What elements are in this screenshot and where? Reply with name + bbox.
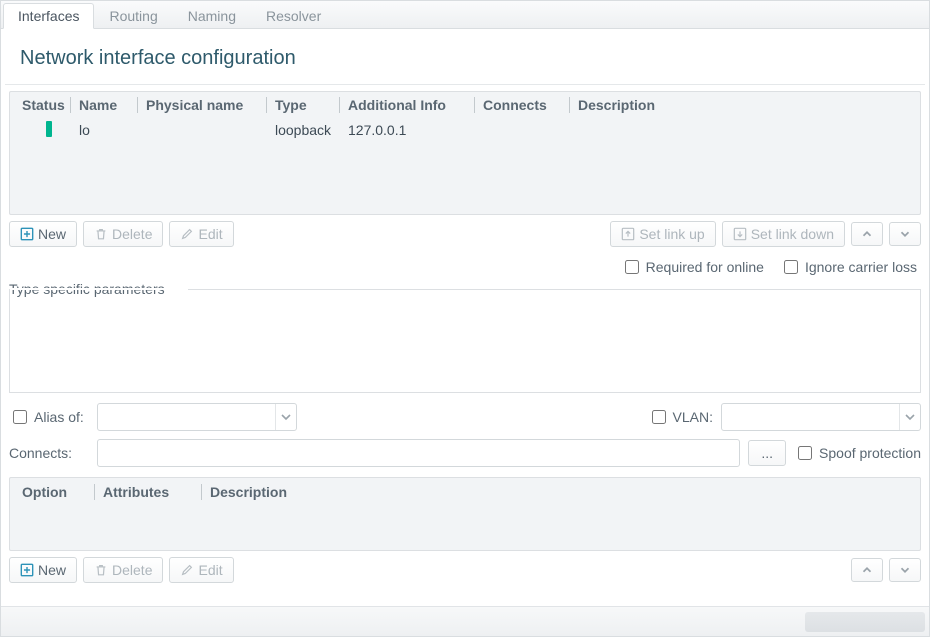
alias-vlan-row: Alias of: VLAN:	[1, 399, 929, 435]
chevron-up-icon	[860, 563, 874, 577]
ignore-carrier-loss-input[interactable]	[784, 260, 798, 274]
status-up-icon	[46, 121, 52, 137]
interface-grid: Status Name Physical name Type Additiona…	[9, 91, 921, 215]
col-description[interactable]: Description	[570, 97, 916, 113]
move-down-button[interactable]	[889, 222, 921, 246]
caret-down-icon	[905, 412, 915, 422]
sub-new-label: New	[38, 562, 66, 578]
status-bar	[1, 606, 929, 636]
col-name[interactable]: Name	[71, 97, 137, 113]
arrow-up-box-icon	[621, 227, 635, 241]
pencil-icon	[180, 227, 194, 241]
vlan-field[interactable]	[722, 404, 899, 430]
alias-of-label: Alias of:	[34, 409, 84, 425]
required-for-online-check[interactable]: Required for online	[621, 257, 764, 277]
ignore-carrier-loss-label: Ignore carrier loss	[805, 259, 917, 275]
connects-browse-button[interactable]: ...	[748, 440, 786, 466]
grid-toolbar: New Delete Edit Set link up Set link dow…	[1, 215, 929, 253]
pencil-icon	[180, 563, 194, 577]
plus-icon	[20, 563, 34, 577]
col-connects[interactable]: Connects	[475, 97, 569, 113]
col-additional-info[interactable]: Additional Info	[340, 97, 474, 113]
cell-name: lo	[71, 122, 137, 138]
vlan-dropdown-button[interactable]	[899, 404, 920, 430]
col-status[interactable]: Status	[14, 97, 70, 113]
arrow-down-box-icon	[733, 227, 747, 241]
sub-edit-button[interactable]: Edit	[169, 557, 233, 583]
trash-icon	[94, 227, 108, 241]
vlan-check[interactable]: VLAN:	[648, 407, 713, 427]
required-for-online-label: Required for online	[646, 259, 764, 275]
alias-of-check[interactable]: Alias of:	[9, 407, 89, 427]
set-link-up-label: Set link up	[639, 226, 704, 242]
subcol-option[interactable]: Option	[14, 484, 94, 500]
new-button-label: New	[38, 226, 66, 242]
chevron-down-icon	[898, 563, 912, 577]
tab-interfaces[interactable]: Interfaces	[3, 3, 94, 29]
chevron-down-icon	[898, 227, 912, 241]
tab-naming[interactable]: Naming	[173, 3, 251, 28]
sub-delete-label: Delete	[112, 562, 152, 578]
ignore-carrier-loss-check[interactable]: Ignore carrier loss	[780, 257, 917, 277]
subcol-attributes[interactable]: Attributes	[95, 484, 201, 500]
tab-routing[interactable]: Routing	[94, 3, 172, 28]
cell-status	[14, 121, 70, 140]
connects-browse-label: ...	[761, 445, 773, 461]
subgrid-toolbar: New Delete Edit	[1, 551, 929, 589]
cell-addl: 127.0.0.1	[340, 122, 474, 138]
sub-edit-label: Edit	[198, 562, 222, 578]
page-title: Network interface configuration	[5, 29, 925, 85]
grid-header: Status Name Physical name Type Additiona…	[10, 92, 920, 118]
set-link-down-button[interactable]: Set link down	[722, 221, 845, 247]
col-type[interactable]: Type	[267, 97, 339, 113]
vlan-input[interactable]	[652, 410, 666, 424]
spoof-protection-check[interactable]: Spoof protection	[794, 443, 921, 463]
connects-field[interactable]	[97, 439, 740, 467]
options-row: Required for online Ignore carrier loss	[1, 253, 929, 279]
alias-of-input[interactable]	[13, 410, 27, 424]
vlan-label: VLAN:	[673, 409, 713, 425]
new-button[interactable]: New	[9, 221, 77, 247]
set-link-down-label: Set link down	[751, 226, 834, 242]
table-row[interactable]: lo loopback 127.0.0.1	[10, 118, 920, 142]
sub-new-button[interactable]: New	[9, 557, 77, 583]
connects-row: Connects: ... Spoof protection	[1, 435, 929, 471]
subgrid-header: Option Attributes Description	[10, 478, 920, 506]
col-physical-name[interactable]: Physical name	[138, 97, 266, 113]
tab-resolver[interactable]: Resolver	[251, 3, 336, 28]
sub-move-up-button[interactable]	[851, 558, 883, 582]
required-for-online-input[interactable]	[625, 260, 639, 274]
sub-delete-button[interactable]: Delete	[83, 557, 163, 583]
connects-label: Connects:	[9, 445, 89, 461]
cell-type: loopback	[267, 122, 339, 138]
alias-of-dropdown-button[interactable]	[275, 404, 296, 430]
spoof-protection-input[interactable]	[798, 446, 812, 460]
options-subgrid: Option Attributes Description	[9, 477, 921, 551]
main-tabs: Interfaces Routing Naming Resolver	[1, 1, 929, 29]
delete-button-label: Delete	[112, 226, 152, 242]
move-up-button[interactable]	[851, 222, 883, 246]
edit-button-label: Edit	[198, 226, 222, 242]
caret-down-icon	[281, 412, 291, 422]
chevron-up-icon	[860, 227, 874, 241]
set-link-up-button[interactable]: Set link up	[610, 221, 715, 247]
vlan-combo[interactable]	[721, 403, 921, 431]
plus-icon	[20, 227, 34, 241]
spoof-protection-label: Spoof protection	[819, 445, 921, 461]
alias-of-field[interactable]	[98, 404, 275, 430]
type-specific-parameters-box	[9, 289, 921, 393]
delete-button[interactable]: Delete	[83, 221, 163, 247]
alias-of-combo[interactable]	[97, 403, 297, 431]
edit-button[interactable]: Edit	[169, 221, 233, 247]
subcol-description[interactable]: Description	[202, 484, 916, 500]
trash-icon	[94, 563, 108, 577]
sub-move-down-button[interactable]	[889, 558, 921, 582]
